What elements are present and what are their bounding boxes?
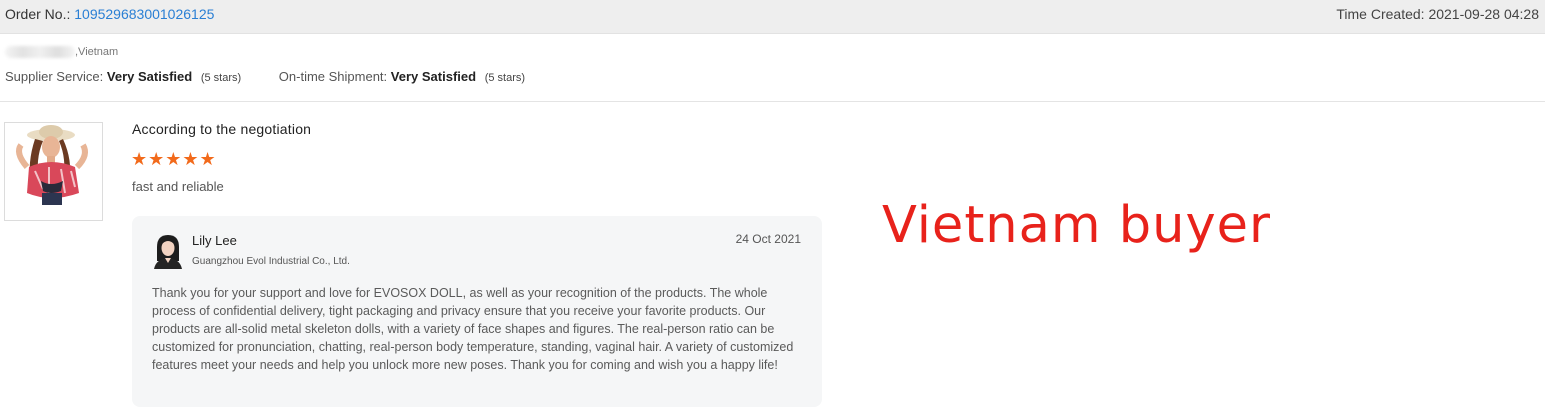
avatar-photo-icon — [154, 235, 182, 269]
rating-stars-text: (5 stars) — [200, 72, 242, 84]
order-number-label: Order No.: — [5, 6, 71, 22]
review-star-rating: ★★★★★ — [131, 149, 217, 169]
section-divider — [0, 101, 1545, 102]
review-title: According to the negotiation — [132, 121, 312, 137]
rating-label: On-time Shipment: — [278, 69, 388, 84]
reply-author-name: Lily Lee — [192, 233, 237, 248]
rating-ontime-shipment: On-time Shipment: Very Satisfied (5 star… — [279, 69, 525, 84]
order-header: Order No.: 109529683001026125 Time Creat… — [0, 0, 1545, 34]
overlay-annotation: Vietnam buyer — [882, 196, 1272, 255]
rating-value: Very Satisfied — [390, 69, 477, 84]
rating-value: Very Satisfied — [106, 69, 193, 84]
reply-date: 24 Oct 2021 — [735, 232, 801, 246]
order-number-row: Order No.: 109529683001026125 — [5, 6, 214, 22]
time-created: Time Created: 2021-09-28 04:28 — [1336, 6, 1539, 22]
rating-stars-text: (5 stars) — [484, 72, 526, 84]
review-text: fast and reliable — [132, 179, 224, 194]
buyer-location: ,Vietnam — [75, 46, 119, 58]
supplier-reply: Lily Lee Guangzhou Evol Industrial Co., … — [132, 216, 822, 407]
rating-supplier-service: Supplier Service: Very Satisfied (5 star… — [5, 69, 241, 84]
buyer-info: ,Vietnam — [5, 46, 119, 59]
time-created-label: Time Created: — [1336, 6, 1425, 22]
product-photo-icon — [5, 123, 102, 220]
product-image[interactable] — [4, 122, 103, 221]
rating-label: Supplier Service: — [5, 69, 104, 84]
time-created-value: 2021-09-28 04:28 — [1428, 6, 1539, 22]
avatar — [151, 233, 185, 269]
order-number-link[interactable]: 109529683001026125 — [74, 6, 214, 22]
buyer-name-redacted — [5, 46, 75, 59]
reply-company: Guangzhou Evol Industrial Co., Ltd. — [192, 256, 350, 267]
reply-body: Thank you for your support and love for … — [152, 286, 794, 372]
supplier-ratings: Supplier Service: Very Satisfied (5 star… — [5, 69, 559, 84]
